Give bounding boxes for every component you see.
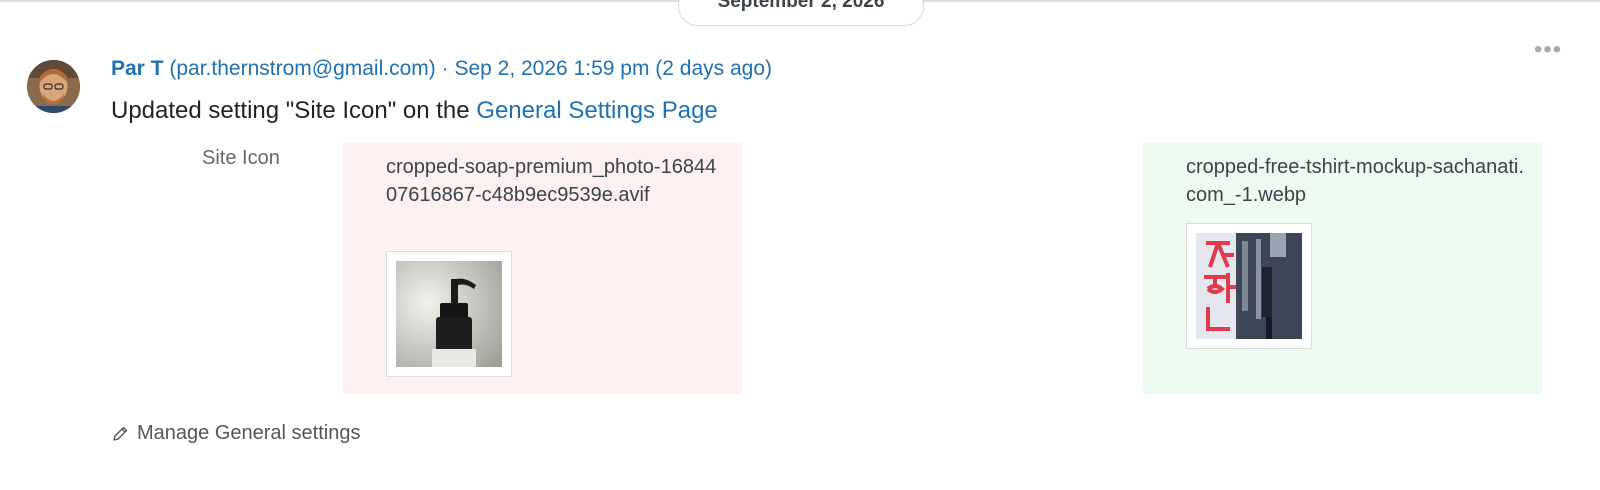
diff-old-value: cropped-soap-premium_photo-1684407616867… (343, 143, 742, 394)
event-meta: Par T (par.thernstrom@gmail.com) · Sep 2… (111, 57, 772, 81)
date-separator-pill: September 2, 2026 (678, 0, 924, 26)
event-timestamp-link[interactable]: Sep 2, 2026 1:59 pm (2 days ago) (454, 57, 772, 80)
event-message: Updated setting "Site Icon" on the Gener… (111, 97, 718, 125)
manage-general-settings-link[interactable]: Manage General settings (111, 422, 360, 445)
tshirt-mockup-image (1196, 233, 1302, 339)
more-actions-icon[interactable]: ••• (1534, 38, 1562, 62)
general-settings-page-link[interactable]: General Settings Page (476, 97, 718, 124)
avatar-image (27, 60, 80, 113)
pencil-icon (113, 426, 128, 441)
new-file-name: cropped-free-tshirt-mockup-sachanati.com… (1186, 156, 1524, 206)
old-file-name: cropped-soap-premium_photo-1684407616867… (386, 156, 717, 206)
user-name-link[interactable]: Par T (111, 57, 164, 80)
meta-separator: · (441, 57, 449, 80)
diff-new-value: cropped-free-tshirt-mockup-sachanati.com… (1143, 143, 1542, 394)
new-site-icon-thumbnail (1186, 223, 1312, 349)
user-avatar[interactable] (27, 60, 80, 113)
manage-settings-label: Manage General settings (137, 422, 361, 444)
diff-field-label: Site Icon (202, 147, 280, 169)
old-site-icon-thumbnail (386, 251, 512, 377)
user-email: (par.thernstrom@gmail.com) (169, 57, 436, 80)
soap-bottle-image (396, 261, 502, 367)
event-message-text: Updated setting "Site Icon" on the (111, 97, 470, 124)
